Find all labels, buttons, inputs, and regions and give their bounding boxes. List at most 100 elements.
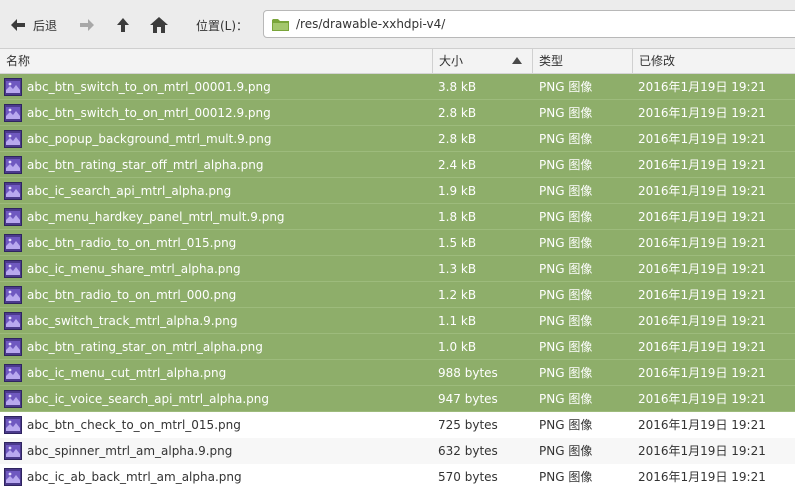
file-row[interactable]: abc_menu_hardkey_panel_mtrl_mult.9.png 1.… xyxy=(0,204,795,230)
file-type: PNG 图像 xyxy=(539,288,593,302)
column-type[interactable]: 类型 xyxy=(533,49,633,73)
arrow-left-icon xyxy=(11,19,25,31)
back-label: 后退 xyxy=(33,18,58,33)
file-size: 947 bytes xyxy=(438,392,498,406)
file-name: abc_ic_search_api_mtrl_alpha.png xyxy=(27,184,232,198)
file-size: 1.3 kB xyxy=(438,262,477,276)
file-name: abc_menu_hardkey_panel_mtrl_mult.9.png xyxy=(27,210,285,224)
file-manager-window: 后退 位置(L)： /res/drawable-xxhdpi-v4/ 名称 大小… xyxy=(0,0,795,488)
column-modified[interactable]: 已修改 xyxy=(633,49,795,73)
file-modified: 2016年1月19日 19:21 xyxy=(638,210,766,224)
file-name: abc_btn_radio_to_on_mtrl_015.png xyxy=(27,236,237,250)
file-name: abc_ic_voice_search_api_mtrl_alpha.png xyxy=(27,392,270,406)
file-size: 570 bytes xyxy=(438,470,498,484)
file-row[interactable]: abc_ic_menu_cut_mtrl_alpha.png 988 bytes P… xyxy=(0,360,795,386)
file-name: abc_btn_check_to_on_mtrl_015.png xyxy=(27,418,241,432)
png-image-icon xyxy=(4,416,22,434)
file-size: 725 bytes xyxy=(438,418,498,432)
arrow-up-icon xyxy=(117,18,129,32)
png-image-icon xyxy=(4,364,22,382)
column-size[interactable]: 大小 xyxy=(433,49,533,73)
file-type: PNG 图像 xyxy=(539,106,593,120)
file-modified: 2016年1月19日 19:21 xyxy=(638,236,766,250)
file-row[interactable]: abc_popup_background_mtrl_mult.9.png 2.8 … xyxy=(0,126,795,152)
file-row[interactable]: abc_btn_rating_star_on_mtrl_alpha.png 1.0… xyxy=(0,334,795,360)
home-button[interactable] xyxy=(149,12,169,38)
column-name-label: 名称 xyxy=(6,54,31,68)
file-size: 1.8 kB xyxy=(438,210,477,224)
png-image-icon xyxy=(4,312,22,330)
location-label: 位置(L)： xyxy=(196,19,249,33)
file-modified: 2016年1月19日 19:21 xyxy=(638,366,766,380)
file-modified: 2016年1月19日 19:21 xyxy=(638,314,766,328)
file-type: PNG 图像 xyxy=(539,366,593,380)
file-row[interactable]: abc_ic_menu_share_mtrl_alpha.png 1.3 kB PN… xyxy=(0,256,795,282)
png-image-icon xyxy=(4,78,22,96)
file-size: 1.9 kB xyxy=(438,184,477,198)
file-type: PNG 图像 xyxy=(539,80,593,94)
file-row[interactable]: abc_ic_search_api_mtrl_alpha.png 1.9 kB PN… xyxy=(0,178,795,204)
file-row[interactable]: abc_btn_check_to_on_mtrl_015.png 725 byte… xyxy=(0,412,795,438)
column-name[interactable]: 名称 xyxy=(0,49,433,73)
file-name: abc_btn_switch_to_on_mtrl_00012.9.png xyxy=(27,106,271,120)
png-image-icon xyxy=(4,390,22,408)
png-image-icon xyxy=(4,286,22,304)
file-size: 632 bytes xyxy=(438,444,498,458)
file-name: abc_spinner_mtrl_am_alpha.9.png xyxy=(27,444,233,458)
file-name: abc_ic_ab_back_mtrl_am_alpha.png xyxy=(27,470,242,484)
file-size: 1.0 kB xyxy=(438,340,477,354)
back-button[interactable]: 后退 xyxy=(10,12,57,38)
up-button[interactable] xyxy=(116,12,130,38)
png-image-icon xyxy=(4,208,22,226)
file-type: PNG 图像 xyxy=(539,340,593,354)
file-size: 1.2 kB xyxy=(438,288,477,302)
file-type: PNG 图像 xyxy=(539,444,593,458)
file-modified: 2016年1月19日 19:21 xyxy=(638,132,766,146)
file-row[interactable]: abc_switch_track_mtrl_alpha.9.png 1.1 kB P… xyxy=(0,308,795,334)
file-size: 1.1 kB xyxy=(438,314,477,328)
folder-icon xyxy=(272,19,289,31)
file-type: PNG 图像 xyxy=(539,418,593,432)
file-row[interactable]: abc_btn_radio_to_on_mtrl_000.png 1.2 kB PN… xyxy=(0,282,795,308)
location-bar[interactable]: /res/drawable-xxhdpi-v4/ xyxy=(263,10,795,38)
png-image-icon xyxy=(4,104,22,122)
arrow-right-icon xyxy=(80,19,94,31)
png-image-icon xyxy=(4,468,22,486)
file-modified: 2016年1月19日 19:21 xyxy=(638,418,766,432)
file-row[interactable]: abc_ic_ab_back_mtrl_am_alpha.png 570 byte… xyxy=(0,464,795,488)
file-size: 3.8 kB xyxy=(438,80,477,94)
file-modified: 2016年1月19日 19:21 xyxy=(638,106,766,120)
file-row[interactable]: abc_spinner_mtrl_am_alpha.9.png 632 bytes… xyxy=(0,438,795,464)
column-type-label: 类型 xyxy=(539,54,564,68)
file-modified: 2016年1月19日 19:21 xyxy=(638,262,766,276)
file-row[interactable]: abc_btn_switch_to_on_mtrl_00001.9.png 3.8… xyxy=(0,74,795,100)
file-size: 2.4 kB xyxy=(438,158,477,172)
file-modified: 2016年1月19日 19:21 xyxy=(638,288,766,302)
file-type: PNG 图像 xyxy=(539,132,593,146)
file-modified: 2016年1月19日 19:21 xyxy=(638,80,766,94)
file-modified: 2016年1月19日 19:21 xyxy=(638,340,766,354)
column-modified-label: 已修改 xyxy=(639,54,676,68)
file-modified: 2016年1月19日 19:21 xyxy=(638,158,766,172)
home-icon xyxy=(150,17,168,33)
png-image-icon xyxy=(4,260,22,278)
sort-ascending-icon xyxy=(512,57,522,64)
file-row[interactable]: abc_btn_rating_star_off_mtrl_alpha.png 2.… xyxy=(0,152,795,178)
png-image-icon xyxy=(4,234,22,252)
file-row[interactable]: abc_btn_switch_to_on_mtrl_00012.9.png 2.8… xyxy=(0,100,795,126)
file-row[interactable]: abc_btn_radio_to_on_mtrl_015.png 1.5 kB PN… xyxy=(0,230,795,256)
file-type: PNG 图像 xyxy=(539,314,593,328)
forward-button[interactable] xyxy=(79,12,95,38)
location-path: /res/drawable-xxhdpi-v4/ xyxy=(296,17,446,31)
file-modified: 2016年1月19日 19:21 xyxy=(638,470,766,484)
file-modified: 2016年1月19日 19:21 xyxy=(638,392,766,406)
file-name: abc_switch_track_mtrl_alpha.9.png xyxy=(27,314,238,328)
file-row[interactable]: abc_ic_voice_search_api_mtrl_alpha.png 94… xyxy=(0,386,795,412)
file-type: PNG 图像 xyxy=(539,236,593,250)
file-name: abc_ic_menu_share_mtrl_alpha.png xyxy=(27,262,241,276)
column-header: 名称 大小 类型 已修改 xyxy=(0,49,795,74)
file-size: 2.8 kB xyxy=(438,132,477,146)
file-type: PNG 图像 xyxy=(539,262,593,276)
png-image-icon xyxy=(4,130,22,148)
file-list: abc_btn_switch_to_on_mtrl_00001.9.png 3.8… xyxy=(0,74,795,488)
